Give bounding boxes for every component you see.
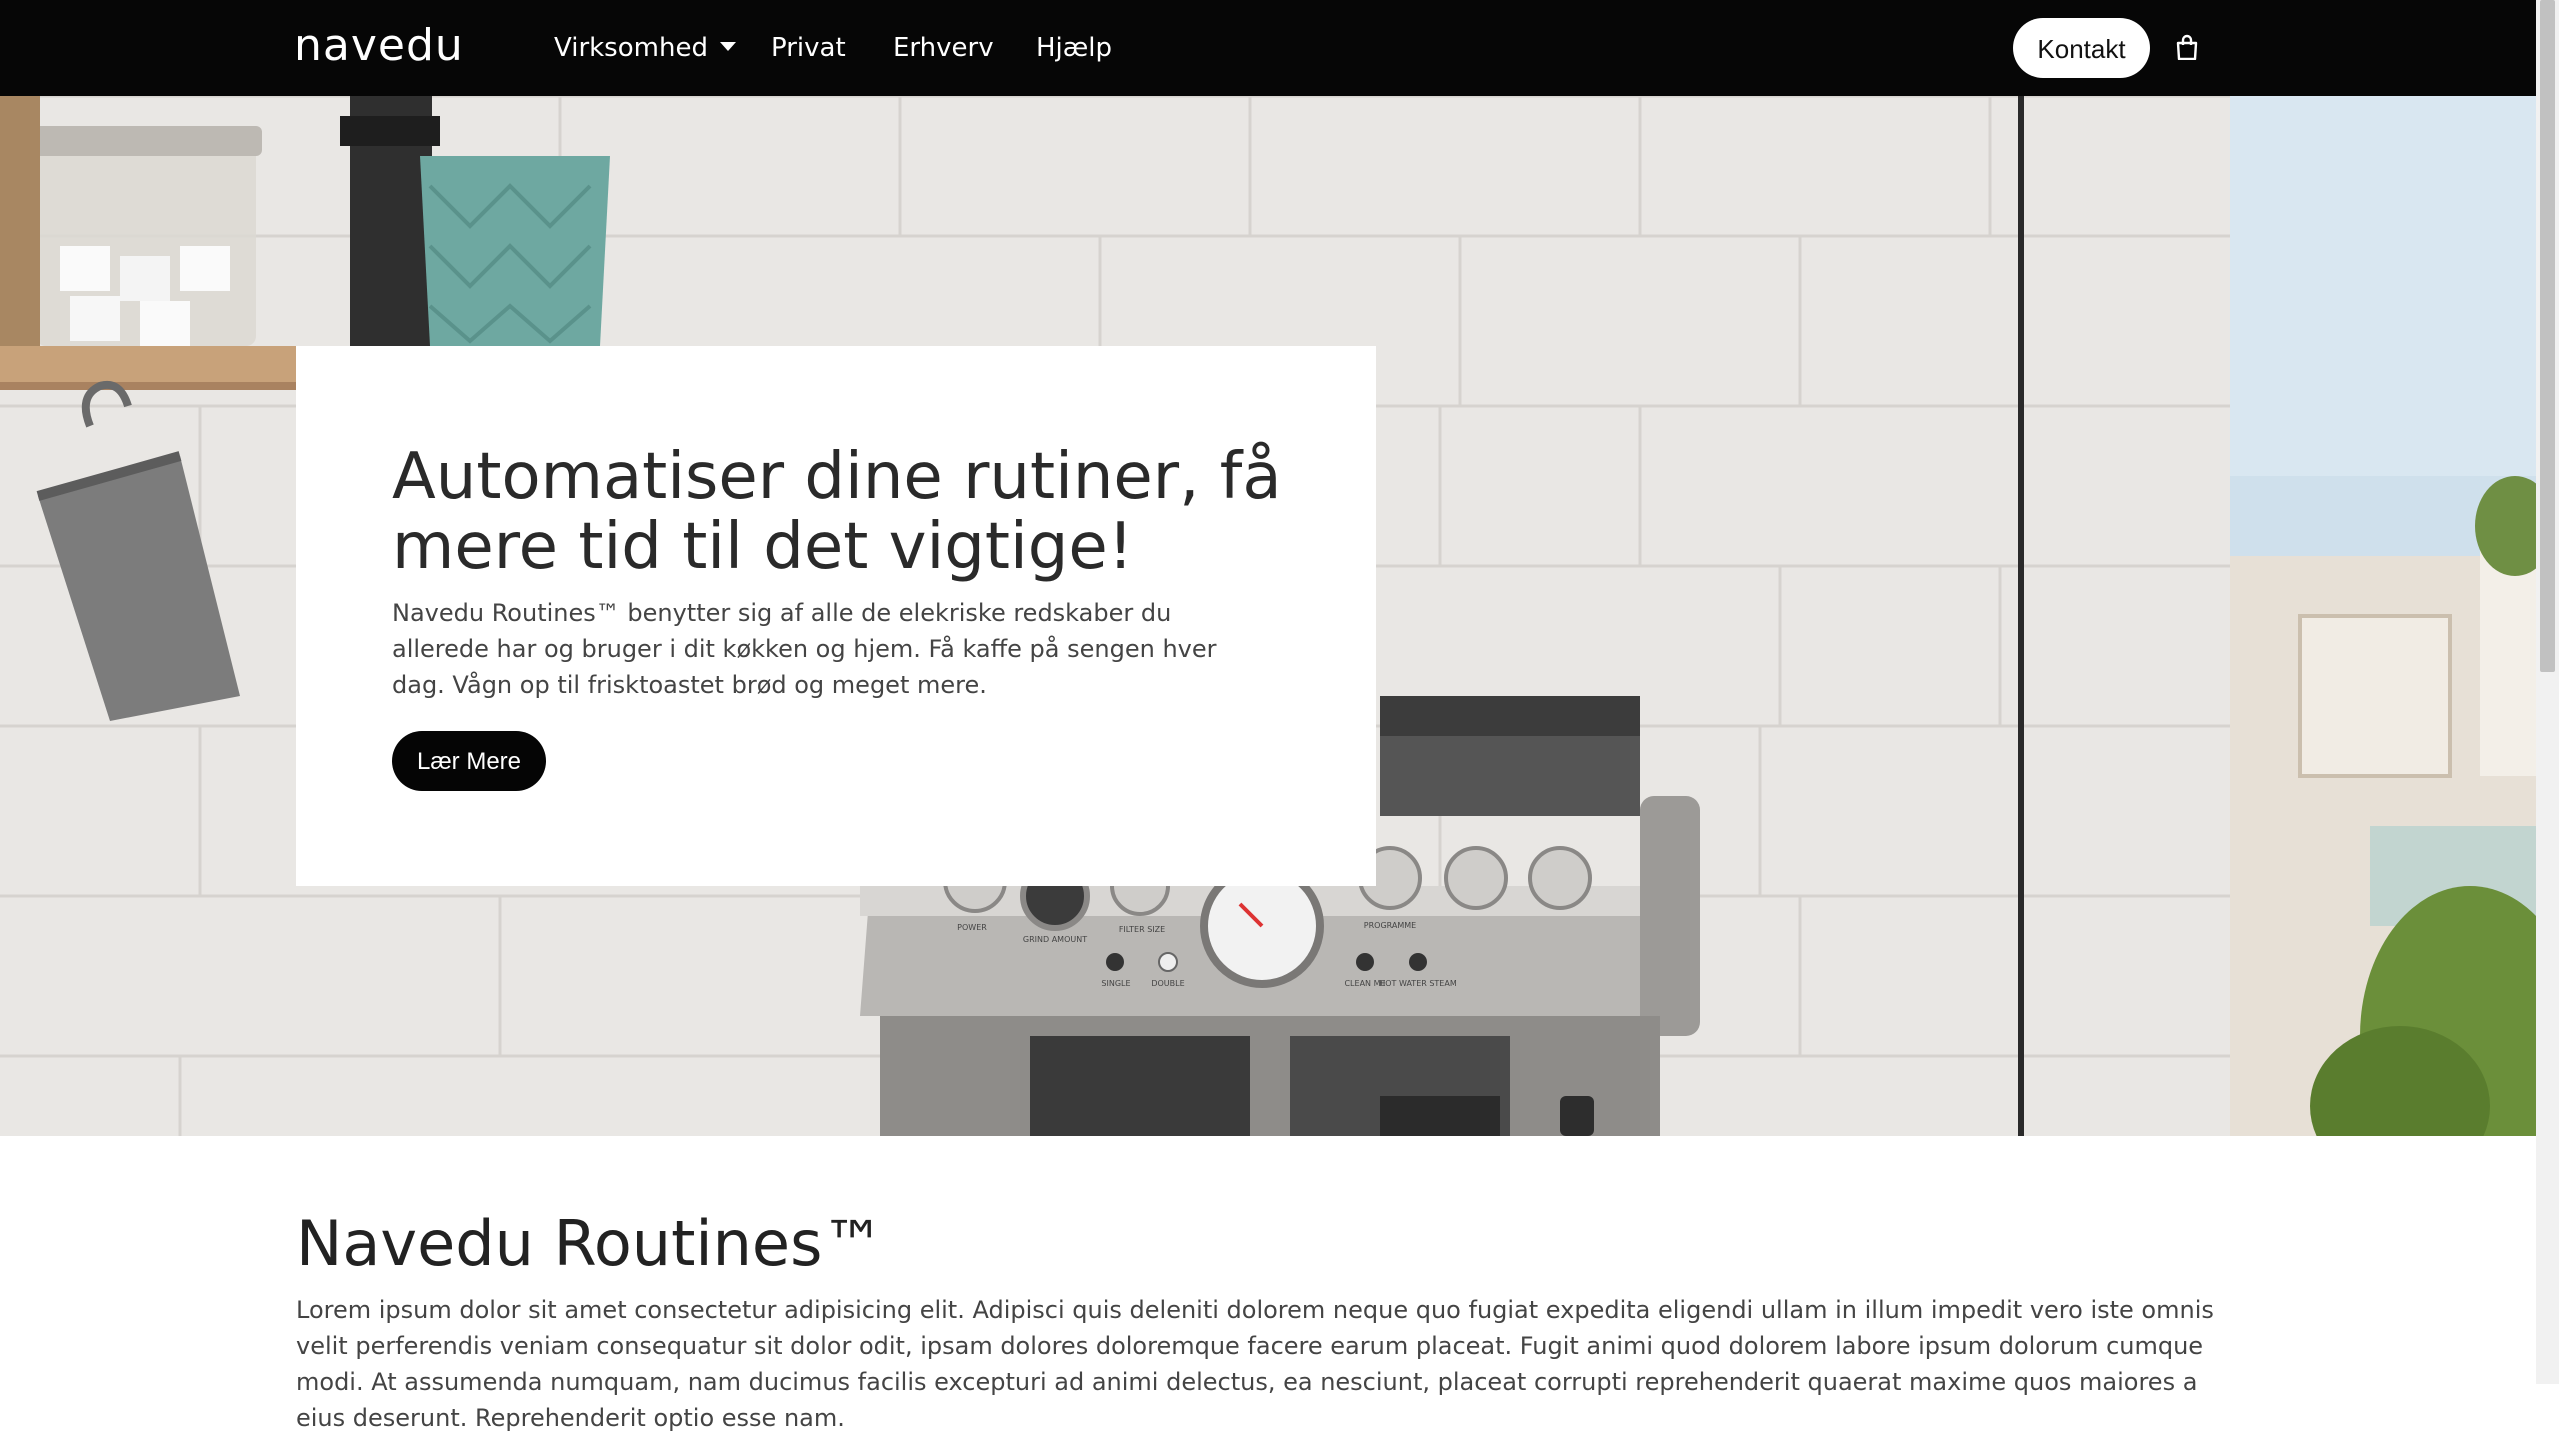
machine-label-grind: GRIND AMOUNT (1023, 935, 1087, 944)
section-text: Lorem ipsum dolor sit amet consectetur a… (296, 1296, 2214, 1432)
scrollbar-thumb[interactable] (2540, 0, 2555, 672)
machine-label-steam: HOT WATER STEAM (1379, 979, 1457, 988)
hero-banner: POWER GRIND AMOUNT FILTER SIZE PROGRAMME… (0, 96, 2536, 1136)
nav-item-erhverv[interactable]: Erhverv (893, 32, 994, 64)
laer-mere-button[interactable]: Lær Mere (392, 731, 546, 791)
kontakt-button[interactable]: Kontakt (2013, 18, 2150, 78)
page-scrollbar[interactable] (2536, 0, 2559, 1384)
caret-down-icon (719, 42, 736, 51)
logo-text: navedu (294, 22, 464, 68)
machine-label-power: POWER (957, 923, 987, 932)
machine-label-double: DOUBLE (1151, 979, 1184, 988)
top-navbar: navedu Virksomhed Privat Erhverv Hjælp K… (0, 0, 2536, 96)
nav-item-label: Virksomhed (554, 33, 708, 63)
hero-description: Navedu Routines™ benytter sig af alle de… (392, 599, 1217, 699)
shopping-bag-icon[interactable] (2175, 34, 2199, 60)
machine-label-programme: PROGRAMME (1364, 921, 1416, 930)
hero-card: Automatiser dine rutiner, få mere tid ti… (296, 346, 1376, 886)
nav-item-virksomhed[interactable]: Virksomhed (554, 32, 736, 64)
navedu-logo[interactable]: navedu (294, 22, 486, 68)
nav-item-hjaelp[interactable]: Hjælp (1036, 32, 1112, 64)
nav-item-privat[interactable]: Privat (771, 32, 846, 64)
section-title: Navedu Routines™ (296, 1207, 885, 1280)
machine-label-single: SINGLE (1101, 979, 1130, 988)
machine-label-filter: FILTER SIZE (1119, 925, 1165, 934)
hero-title: Automatiser dine rutiner, få mere tid ti… (392, 440, 1282, 584)
